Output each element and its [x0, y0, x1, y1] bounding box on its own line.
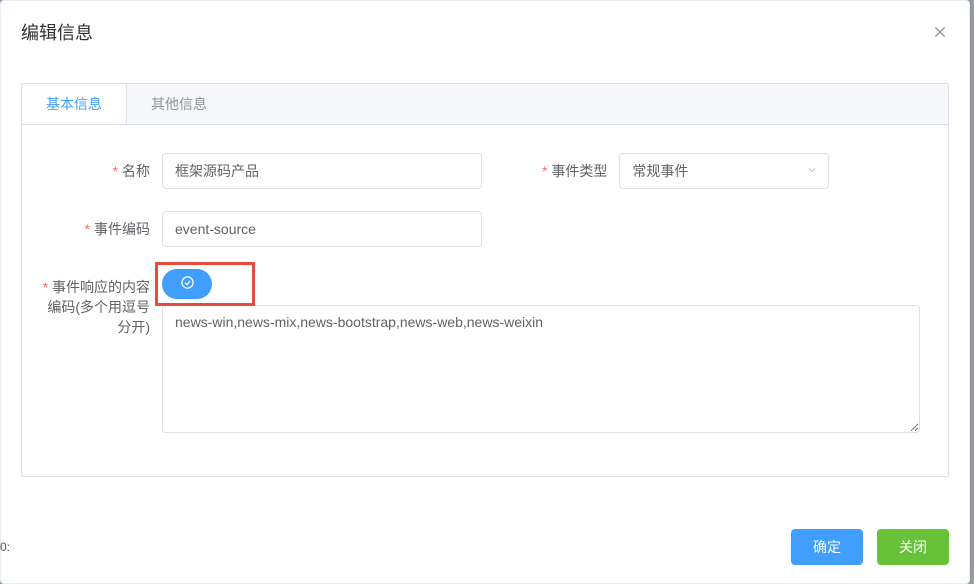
tab-other-info[interactable]: 其他信息 [127, 84, 231, 124]
label-event-type: 事件类型 [542, 153, 619, 181]
dialog-header: 编辑信息 [1, 1, 969, 63]
form-item-name: 名称 [42, 153, 482, 189]
tab-pane-basic: 名称 事件类型 常规事件 [22, 125, 948, 476]
page-bg-label: 0: [0, 540, 10, 554]
form-item-response-content: 事件响应的内容编码(多个用逗号分开) [42, 269, 928, 436]
label-event-code: 事件编码 [42, 211, 162, 239]
event-type-select[interactable]: 常规事件 [619, 153, 829, 189]
chevron-down-icon [806, 163, 818, 179]
check-circle-icon [180, 275, 195, 293]
form-item-event-code: 事件编码 [42, 211, 482, 247]
event-type-value: 常规事件 [632, 161, 688, 181]
close-icon[interactable] [931, 23, 949, 41]
form-item-event-type: 事件类型 常规事件 [542, 153, 829, 189]
dialog-title: 编辑信息 [21, 19, 93, 45]
name-input[interactable] [162, 153, 482, 189]
label-response-content: 事件响应的内容编码(多个用逗号分开) [42, 269, 162, 337]
close-button[interactable]: 关闭 [877, 529, 949, 565]
response-content-textarea[interactable] [162, 305, 920, 433]
dialog-body: 基本信息 其他信息 名称 事件类型 常规事件 [1, 63, 969, 519]
edit-info-dialog: 编辑信息 基本信息 其他信息 名称 事件类型 [0, 0, 970, 584]
tab-bar: 基本信息 其他信息 [22, 84, 948, 125]
tab-basic-info[interactable]: 基本信息 [22, 84, 127, 124]
ok-button[interactable]: 确定 [791, 529, 863, 565]
validate-button[interactable] [162, 269, 212, 299]
label-name: 名称 [42, 153, 162, 181]
dialog-footer: 确定 关闭 [1, 519, 969, 583]
event-code-input[interactable] [162, 211, 482, 247]
tabs-card: 基本信息 其他信息 名称 事件类型 常规事件 [21, 83, 949, 477]
